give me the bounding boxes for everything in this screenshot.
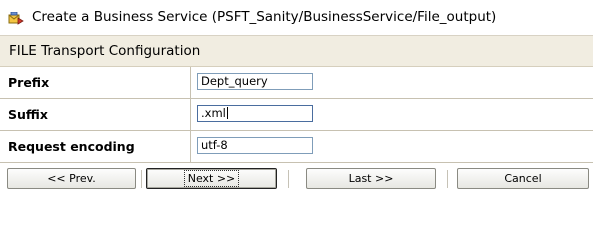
section-header: FILE Transport Configuration: [0, 36, 593, 67]
label-cell: Request encoding: [0, 131, 191, 162]
last-button-label: Last >>: [348, 172, 394, 185]
next-button-label: Next >>: [183, 170, 240, 187]
suffix-value: .xml: [201, 106, 226, 120]
cancel-button[interactable]: Cancel: [457, 168, 589, 189]
label-cell: Suffix: [0, 99, 191, 130]
prefix-label: Prefix: [8, 75, 50, 90]
last-button[interactable]: Last >>: [306, 168, 436, 189]
request-encoding-input[interactable]: utf-8: [197, 137, 313, 154]
request-encoding-label: Request encoding: [8, 139, 135, 154]
text-caret: [226, 107, 228, 119]
dialog-title: Create a Business Service (PSFT_Sanity/B…: [32, 9, 497, 25]
button-bar: << Prev. Next >> Last >> Cancel: [0, 166, 593, 194]
form-row-prefix: Prefix Dept_query: [0, 67, 593, 99]
dialog-title-bar: Create a Business Service (PSFT_Sanity/B…: [0, 0, 593, 36]
button-separator: [141, 170, 142, 188]
prefix-value: Dept_query: [201, 74, 268, 88]
form-row-request-encoding: Request encoding utf-8: [0, 131, 593, 163]
button-separator: [447, 170, 448, 188]
prefix-input[interactable]: Dept_query: [197, 73, 313, 90]
cancel-button-label: Cancel: [504, 172, 542, 185]
form-row-suffix: Suffix .xml: [0, 99, 593, 131]
prev-button[interactable]: << Prev.: [7, 168, 136, 189]
request-encoding-value: utf-8: [201, 138, 228, 152]
prev-button-label: << Prev.: [47, 172, 96, 185]
suffix-label: Suffix: [8, 107, 48, 122]
suffix-input[interactable]: .xml: [197, 105, 313, 122]
section-title: FILE Transport Configuration: [9, 43, 201, 59]
label-cell: Prefix: [0, 67, 191, 98]
button-separator: [288, 170, 289, 188]
next-button[interactable]: Next >>: [146, 168, 277, 189]
business-service-icon: [8, 11, 24, 25]
